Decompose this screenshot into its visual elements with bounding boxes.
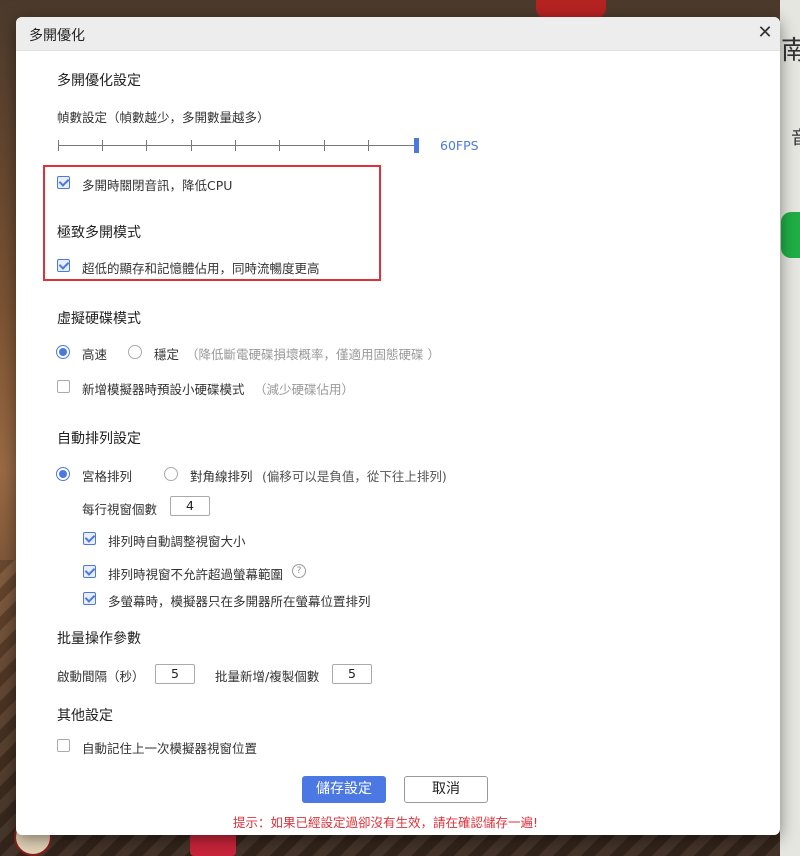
batch-heading: 批量操作參數 [57, 631, 141, 647]
fps-slider-track[interactable] [58, 145, 414, 146]
per-row-input[interactable]: 4 [170, 496, 210, 516]
dialog-titlebar: 多開優化 ✕ [16, 17, 780, 51]
disk-fast-radio[interactable] [56, 345, 70, 359]
background-partial-text: 南 [781, 36, 800, 66]
multi-screen-checkbox[interactable] [83, 592, 96, 605]
disk-fast-label: 高速 [82, 347, 108, 362]
per-row-label: 每行視窗個數 [82, 502, 158, 517]
fps-slider-tick [102, 140, 103, 151]
fps-value: 60FPS [440, 138, 479, 153]
other-heading: 其他設定 [57, 708, 113, 724]
fps-slider-tick [58, 140, 59, 151]
arrange-grid-label: 宮格排列 [82, 469, 133, 484]
optimize-heading: 多開優化設定 [57, 73, 141, 89]
remember-position-label: 自動記住上一次模擬器視窗位置 [82, 741, 258, 756]
remember-position-checkbox[interactable] [57, 739, 70, 752]
batch-count-label: 批量新增/複製個數 [215, 669, 320, 684]
batch-count-input[interactable]: 5 [332, 664, 372, 684]
arrange-diagonal-hint: (偏移可以是負值，從下往上排列) [262, 469, 447, 484]
arrange-diagonal-radio[interactable] [164, 467, 178, 481]
disk-mode-heading: 虛擬硬碟模式 [57, 311, 141, 327]
interval-input[interactable]: 5 [155, 664, 195, 684]
small-disk-label: 新增模擬器時預設小硬碟模式 [82, 382, 245, 397]
mute-audio-label: 多開時關閉音訊，降低CPU [82, 178, 233, 193]
no-overflow-label: 排列時視窗不允許超過螢幕範圍 [108, 567, 284, 582]
disk-stable-hint: （降低斷電硬碟損壞概率，僅適用固態硬碟 ） [186, 347, 440, 362]
fps-slider-tick [235, 140, 236, 151]
arrange-heading: 自動排列設定 [57, 431, 141, 447]
background-partial-text-2: 音 [791, 124, 800, 150]
warning-text: 提示：如果已經設定過卻沒有生效，請在確認儲存一遍! [233, 815, 539, 830]
help-icon[interactable]: ? [292, 564, 306, 578]
fps-slider-thumb[interactable] [414, 138, 419, 153]
no-overflow-checkbox[interactable] [83, 565, 96, 578]
disk-stable-label: 穩定 [154, 347, 180, 362]
mute-audio-checkbox[interactable] [57, 176, 70, 189]
fps-slider-tick [279, 140, 280, 151]
multi-screen-label: 多螢幕時，模擬器只在多開器所在螢幕位置排列 [108, 594, 371, 609]
fps-slider-tick [191, 140, 192, 151]
auto-resize-checkbox[interactable] [83, 532, 96, 545]
fps-slider-tick [324, 140, 325, 151]
disk-stable-radio[interactable] [128, 345, 142, 359]
close-icon[interactable]: ✕ [754, 22, 776, 44]
fps-slider-tick [146, 140, 147, 151]
cancel-button[interactable]: 取消 [404, 776, 488, 803]
fps-slider-tick [368, 140, 369, 151]
small-disk-checkbox[interactable] [57, 380, 70, 393]
arrange-grid-radio[interactable] [56, 467, 70, 481]
fps-label: 幀數設定（幀數越少，多開數量越多） [57, 110, 270, 125]
extreme-mode-heading: 極致多開模式 [57, 225, 141, 241]
extreme-mode-label: 超低的顯存和記憶體佔用，同時流暢度更高 [82, 261, 320, 276]
auto-resize-label: 排列時自動調整視窗大小 [108, 534, 246, 549]
arrange-diagonal-label: 對角線排列 [190, 469, 253, 484]
background-hat-decoration [536, 0, 606, 18]
background-green-button [781, 212, 800, 258]
dialog-title: 多開優化 [29, 28, 85, 44]
save-button[interactable]: 儲存設定 [302, 776, 386, 803]
extreme-mode-checkbox[interactable] [57, 259, 70, 272]
interval-label: 啟動間隔（秒） [57, 669, 145, 684]
small-disk-hint: （減少硬碟佔用） [254, 382, 355, 397]
multi-instance-optimization-dialog: 多開優化 ✕ 多開優化設定 幀數設定（幀數越少，多開數量越多） 60FPS 多開… [16, 17, 780, 835]
